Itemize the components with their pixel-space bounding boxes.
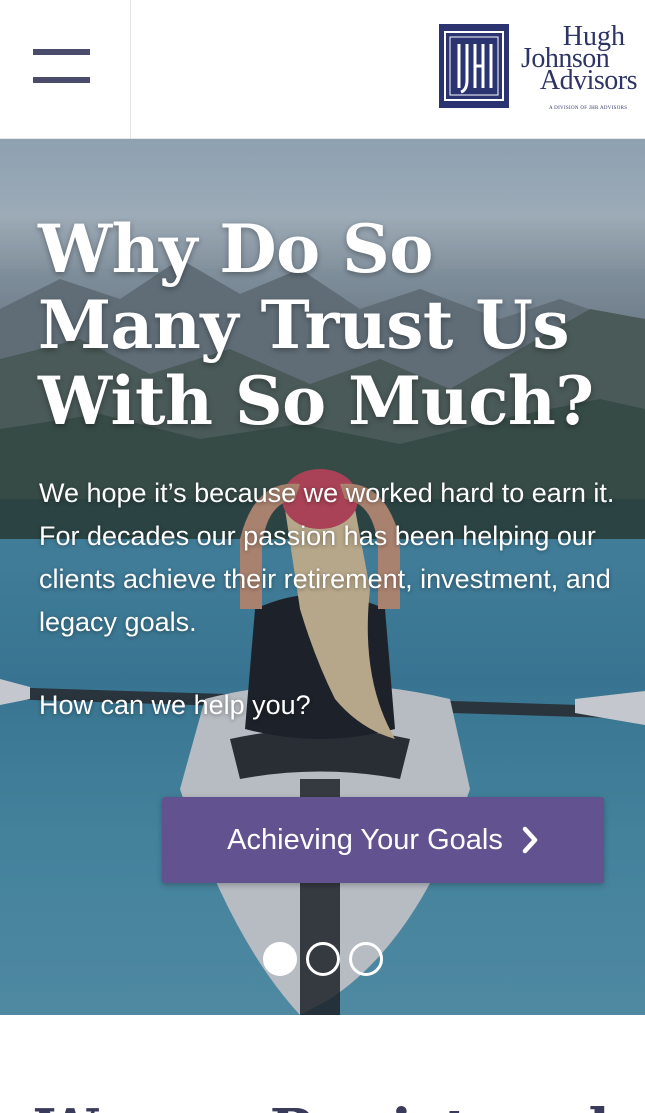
menu-button[interactable] [0, 0, 131, 138]
site-logo[interactable]: Hugh Johnson Advisors A DIVISION OF JHR … [439, 23, 639, 114]
hero-description: We hope it’s because we worked hard to e… [39, 478, 615, 637]
cta-label: Achieving Your Goals [227, 823, 503, 856]
registered-section: We are Registered [0, 1015, 645, 1113]
achieving-goals-button[interactable]: Achieving Your Goals [162, 797, 604, 883]
slide-dot-3[interactable] [349, 942, 383, 976]
slide-dot-2[interactable] [306, 942, 340, 976]
chevron-right-icon [521, 826, 539, 854]
hero-slider: Why Do So Many Trust Us With So Much? We… [0, 139, 645, 1015]
logo-tagline: A DIVISION OF JHR ADVISORS [549, 106, 628, 111]
hero-question: How can we help you? [39, 690, 311, 720]
slider-pagination [263, 942, 393, 978]
logo-wordmark: Hugh Johnson Advisors [517, 23, 638, 95]
logo-mark [439, 24, 509, 108]
hero-title: Why Do So Many Trust Us With So Much? [38, 210, 594, 440]
site-header: Hugh Johnson Advisors A DIVISION OF JHR … [0, 0, 645, 139]
slide-dot-1[interactable] [263, 942, 297, 976]
section-heading: We are Registered [0, 1097, 645, 1113]
